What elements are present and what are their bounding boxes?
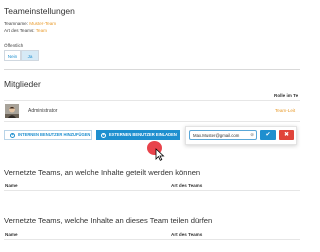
settings-title: Teameinstellungen bbox=[4, 6, 75, 16]
plus-circle-icon: + bbox=[10, 132, 15, 138]
member-name: Administrator bbox=[28, 108, 58, 114]
share-from-title: Vernetzte Teams, welche Inhalte an diese… bbox=[4, 216, 213, 225]
team-type-label: Art des Teams: bbox=[4, 28, 35, 33]
public-yes-option[interactable]: Ja bbox=[21, 50, 39, 61]
divider bbox=[4, 100, 300, 101]
divider bbox=[4, 69, 300, 70]
shared-with-col-name: Name bbox=[5, 183, 18, 188]
invite-external-user-button[interactable]: + EXTERNEN BENUTZER EINLADEN bbox=[96, 130, 180, 140]
team-name-value[interactable]: Muster-Team bbox=[29, 21, 56, 26]
cursor-icon bbox=[155, 148, 165, 166]
avatar bbox=[5, 104, 19, 118]
add-internal-user-label: INTERNEN BENUTZER HINZUFÜGEN bbox=[18, 132, 91, 137]
team-type-row: Art des Teams: Team bbox=[4, 28, 47, 33]
shared-with-col-type: Art des Teams bbox=[171, 183, 203, 188]
public-label: Öffentlich bbox=[4, 43, 24, 48]
divider bbox=[4, 190, 300, 191]
cancel-invite-button[interactable]: ✖ bbox=[279, 130, 294, 140]
invite-external-user-label: EXTERNEN BENUTZER EINLADEN bbox=[109, 132, 177, 137]
clear-icon[interactable]: ⊗ bbox=[250, 132, 256, 138]
divider bbox=[4, 239, 300, 240]
invite-email-field[interactable]: Max.Muster@gmail.com ⊗ bbox=[189, 130, 257, 140]
public-no-option[interactable]: Nein bbox=[4, 50, 21, 61]
shared-with-title: Vernetzte Teams, an welche Inhalte getei… bbox=[4, 168, 201, 177]
members-title: Mitglieder bbox=[4, 79, 41, 89]
divider bbox=[4, 121, 300, 122]
team-name-label: Teamname: bbox=[4, 21, 28, 26]
team-type-value[interactable]: Team bbox=[36, 28, 47, 33]
share-from-col-type: Art des Teams bbox=[171, 232, 203, 237]
team-name-row: Teamname: Muster-Team bbox=[4, 21, 56, 26]
member-role[interactable]: Team-Leit bbox=[275, 108, 295, 113]
check-icon: ✔ bbox=[265, 132, 271, 138]
members-col-role: Rolle im Te bbox=[274, 93, 299, 98]
plus-circle-icon: + bbox=[101, 132, 106, 138]
invite-email-value: Max.Muster@gmail.com bbox=[193, 132, 240, 138]
confirm-invite-button[interactable]: ✔ bbox=[260, 130, 276, 140]
add-internal-user-button[interactable]: + INTERNEN BENUTZER HINZUFÜGEN bbox=[4, 130, 92, 140]
close-icon: ✖ bbox=[283, 132, 290, 138]
share-from-col-name: Name bbox=[5, 232, 18, 237]
